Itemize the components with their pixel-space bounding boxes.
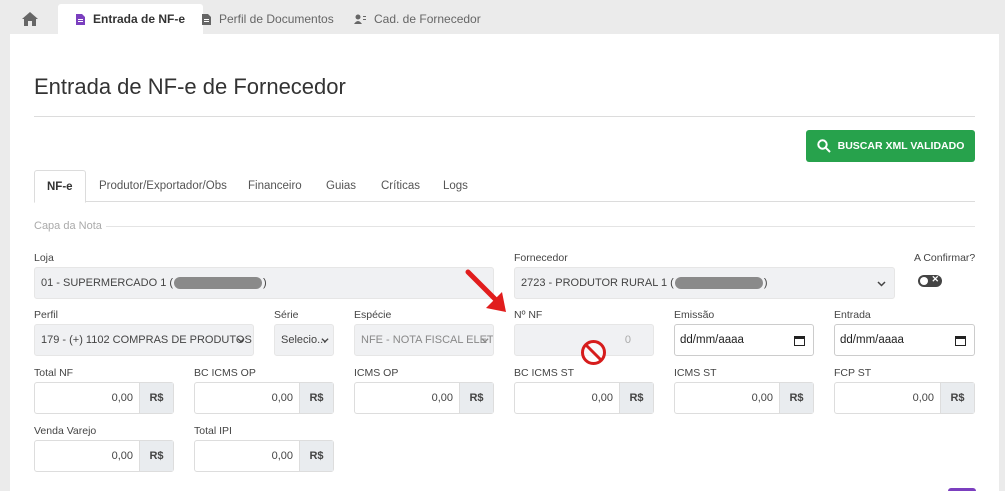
total-nf-input[interactable]: 0,00 R$ (34, 382, 174, 414)
currency-addon: R$ (139, 383, 173, 413)
redacted-block (174, 277, 263, 290)
chevron-down-icon (237, 338, 245, 343)
currency-addon: R$ (299, 383, 333, 413)
perfil-value: 179 - (+) 1102 COMPRAS DE PRODUTOS (41, 334, 252, 346)
venda-varejo-input[interactable]: 0,00 R$ (34, 440, 174, 472)
main-panel: Entrada de NF-e de Fornecedor BUSCAR XML… (10, 34, 999, 491)
tab-entrada-nfe[interactable]: Entrada de NF-e (58, 4, 204, 34)
emissao-value: dd/mm/aaaa (680, 334, 744, 346)
icms-st-input[interactable]: 0,00 R$ (674, 382, 814, 414)
tab-label: Perfil de Documentos (219, 12, 334, 26)
title-divider (34, 116, 975, 117)
tab-cad-fornecedor[interactable]: Cad. de Fornecedor (354, 4, 481, 34)
search-icon (816, 139, 831, 153)
loja-select[interactable]: 01 - SUPERMERCADO 1 () (34, 267, 494, 299)
top-tab-bar: Entrada de NF-e Perfil de Documentos Cad… (0, 0, 1005, 34)
file-icon (202, 13, 211, 25)
loja-value-suffix: ) (263, 276, 267, 289)
serie-label: Série (274, 309, 299, 321)
bc-icms-op-input[interactable]: 0,00 R$ (194, 382, 334, 414)
calendar-icon[interactable] (794, 335, 805, 346)
loja-label: Loja (34, 252, 54, 264)
currency-addon: R$ (299, 441, 333, 471)
especie-select[interactable]: NFE - NOTA FISCAL ELETRÔNICA (354, 324, 494, 356)
venda-varejo-label: Venda Varejo (34, 425, 97, 437)
tab-produtor-exportador[interactable]: Produtor/Exportador/Obs (87, 170, 239, 202)
num-nf-value: 0 (624, 334, 631, 346)
calendar-icon[interactable] (955, 335, 966, 346)
section-legend: Capa da Nota (34, 220, 102, 232)
icms-op-value: 0,00 (431, 392, 453, 404)
tab-logs[interactable]: Logs (431, 170, 480, 202)
num-nf-label: Nº NF (514, 309, 543, 321)
a-confirmar-label: A Confirmar? (914, 252, 976, 264)
bc-icms-op-label: BC ICMS OP (194, 367, 256, 379)
fornecedor-select[interactable]: 2723 - PRODUTOR RURAL 1 () (514, 267, 895, 299)
currency-addon: R$ (459, 383, 493, 413)
total-nf-label: Total NF (34, 367, 74, 379)
currency-addon: R$ (139, 441, 173, 471)
fcp-st-input[interactable]: 0,00 R$ (834, 382, 975, 414)
currency-addon: R$ (619, 383, 653, 413)
total-nf-value: 0,00 (111, 392, 133, 404)
especie-label: Espécie (354, 309, 392, 321)
buscar-xml-label: BUSCAR XML VALIDADO (837, 140, 965, 152)
perfil-label: Perfil (34, 309, 58, 321)
tab-home[interactable] (14, 4, 54, 34)
total-ipi-label: Total IPI (194, 425, 232, 437)
currency-addon: R$ (779, 383, 813, 413)
emissao-label: Emissão (674, 309, 715, 321)
fcp-st-value: 0,00 (912, 392, 934, 404)
fornecedor-label: Fornecedor (514, 252, 568, 264)
icms-st-label: ICMS ST (674, 367, 717, 379)
bc-icms-op-value: 0,00 (271, 392, 293, 404)
page-title: Entrada de NF-e de Fornecedor (34, 74, 346, 99)
tab-label: Entrada de NF-e (93, 12, 186, 26)
chevron-down-icon (321, 338, 329, 343)
tab-perfil-documentos[interactable]: Perfil de Documentos (202, 4, 334, 34)
entrada-label: Entrada (834, 309, 871, 321)
chevron-down-icon (877, 281, 886, 287)
section-divider (106, 226, 975, 227)
tab-label: Cad. de Fornecedor (374, 12, 481, 26)
users-icon (354, 14, 366, 24)
loja-value-prefix: 01 - SUPERMERCADO 1 ( (41, 276, 174, 289)
perfil-select[interactable]: 179 - (+) 1102 COMPRAS DE PRODUTOS (34, 324, 254, 356)
tab-financeiro[interactable]: Financeiro (236, 170, 314, 202)
sub-tab-bar: NF-e Produtor/Exportador/Obs Financeiro … (34, 170, 975, 203)
bc-icms-st-value: 0,00 (591, 392, 613, 404)
red-arrow-annotation (465, 269, 506, 312)
not-allowed-cursor-icon (581, 340, 606, 365)
tab-criticas[interactable]: Críticas (369, 170, 432, 202)
currency-addon: R$ (940, 383, 974, 413)
venda-varejo-value: 0,00 (111, 450, 133, 462)
serie-select[interactable]: Selecio... (274, 324, 334, 356)
bc-icms-st-label: BC ICMS ST (514, 367, 575, 379)
tab-guias[interactable]: Guias (314, 170, 368, 202)
a-confirmar-toggle[interactable]: ✕ (918, 274, 942, 287)
entrada-value: dd/mm/aaaa (840, 334, 904, 346)
home-icon (22, 12, 38, 26)
especie-value: NFE - NOTA FISCAL ELETRÔNICA (361, 334, 493, 346)
chevron-down-icon (481, 338, 489, 343)
total-ipi-input[interactable]: 0,00 R$ (194, 440, 334, 472)
emissao-date-input[interactable]: dd/mm/aaaa (674, 324, 814, 356)
entrada-date-input[interactable]: dd/mm/aaaa (834, 324, 975, 356)
fornecedor-value-suffix: ) (763, 276, 768, 289)
fcp-st-label: FCP ST (834, 367, 872, 379)
icms-op-input[interactable]: 0,00 R$ (354, 382, 494, 414)
icms-st-value: 0,00 (751, 392, 773, 404)
buscar-xml-button[interactable]: BUSCAR XML VALIDADO (806, 130, 975, 162)
tab-nfe[interactable]: NF-e (34, 170, 86, 203)
total-ipi-value: 0,00 (271, 450, 293, 462)
redacted-block (674, 277, 763, 290)
bc-icms-st-input[interactable]: 0,00 R$ (514, 382, 654, 414)
icms-op-label: ICMS OP (354, 367, 399, 379)
file-icon (76, 13, 85, 25)
fornecedor-value-prefix: 2723 - PRODUTOR RURAL 1 ( (521, 276, 674, 289)
